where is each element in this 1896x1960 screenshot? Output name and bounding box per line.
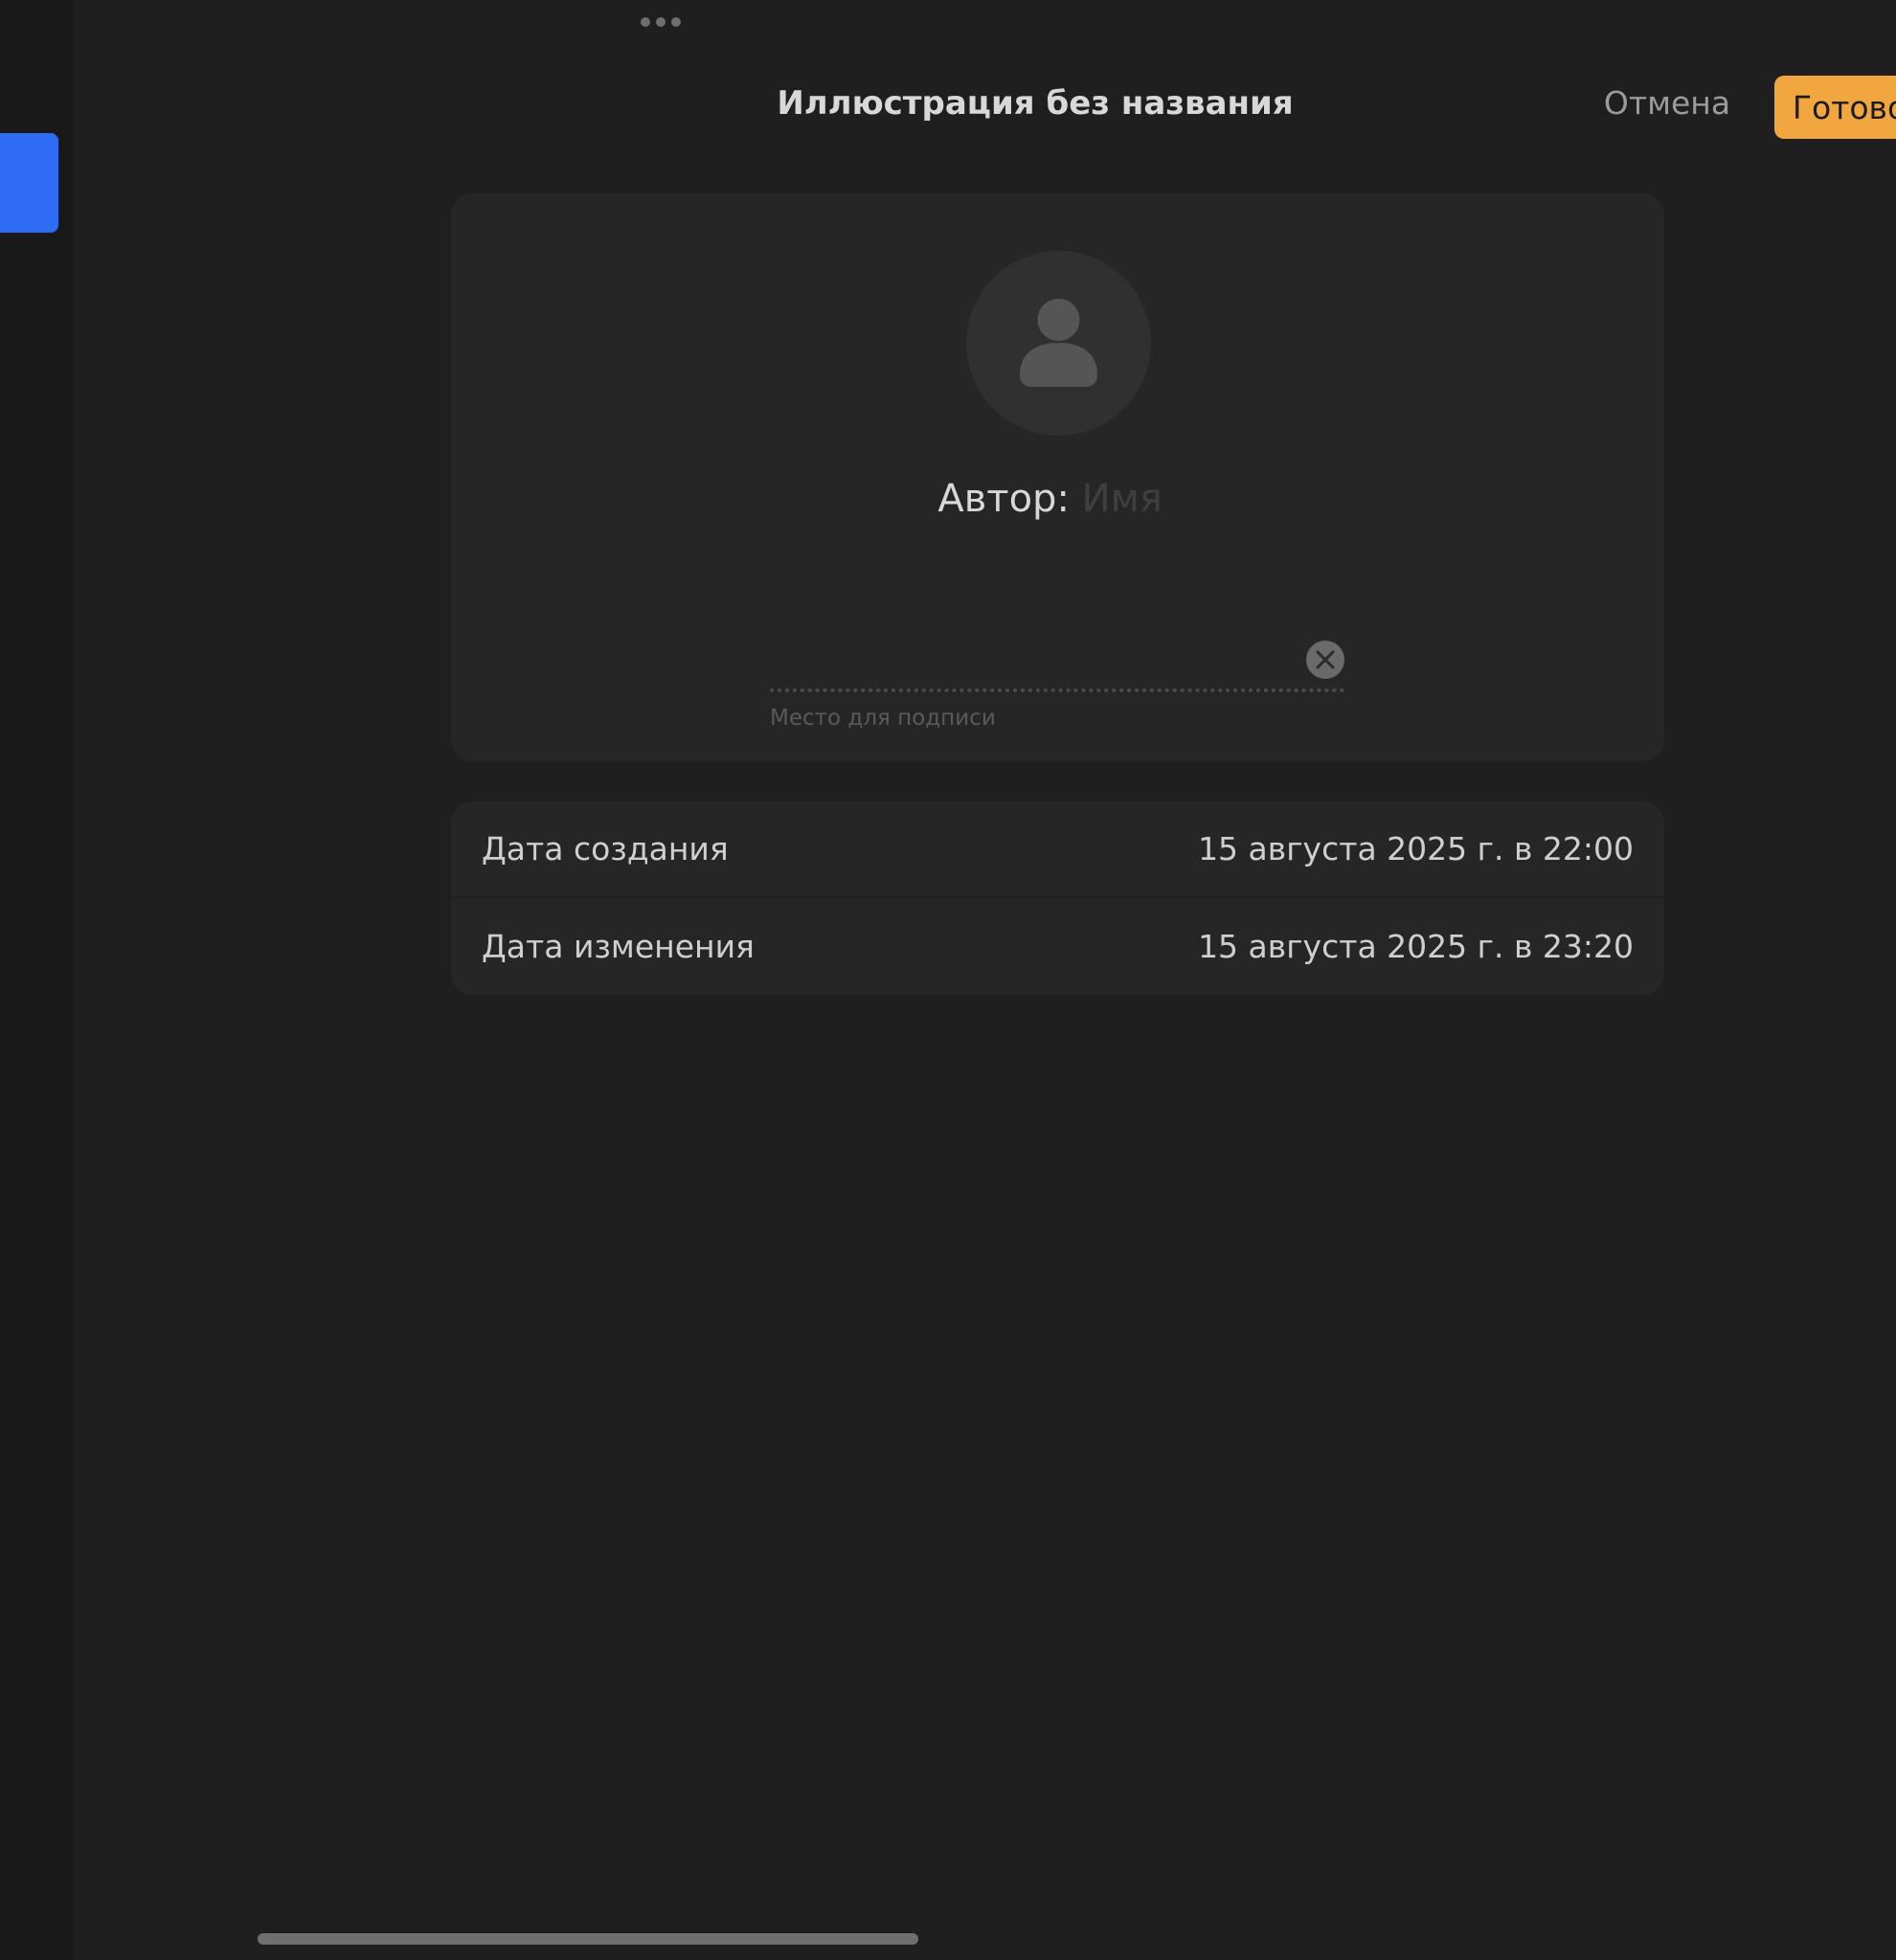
side-tab-handle[interactable] [0, 133, 58, 233]
date-modified-value: 15 августа 2025 г. в 23:20 [1198, 928, 1634, 965]
avatar[interactable] [966, 251, 1151, 436]
signature-label: Место для подписи [770, 706, 996, 731]
date-modified-label: Дата изменения [482, 928, 755, 965]
close-icon [1316, 650, 1335, 669]
list-item: Дата изменения 15 августа 2025 г. в 23:2… [451, 898, 1664, 995]
home-indicator[interactable] [258, 1933, 918, 1945]
author-card: Автор: Место для подписи [451, 193, 1664, 761]
dates-card: Дата создания 15 августа 2025 г. в 22:00… [451, 801, 1664, 995]
author-label: Автор: [937, 477, 1070, 521]
date-created-label: Дата создания [482, 830, 729, 867]
background-panel [0, 0, 73, 1960]
page-title: Иллюстрация без названия [777, 84, 1294, 123]
author-field: Автор: [451, 477, 1664, 521]
done-button[interactable]: Готово [1774, 76, 1896, 139]
illustration-info-sheet: Иллюстрация без названия Отмена Готово А… [73, 0, 1896, 1960]
person-icon [1020, 299, 1097, 387]
author-name-input[interactable] [1081, 477, 1178, 521]
signature-area[interactable] [770, 688, 1344, 692]
clear-signature-button[interactable] [1306, 641, 1344, 679]
more-dots-icon[interactable] [641, 16, 685, 28]
date-created-value: 15 августа 2025 г. в 22:00 [1198, 830, 1634, 867]
cancel-button[interactable]: Отмена [1595, 84, 1739, 122]
list-item: Дата создания 15 августа 2025 г. в 22:00 [451, 801, 1664, 898]
